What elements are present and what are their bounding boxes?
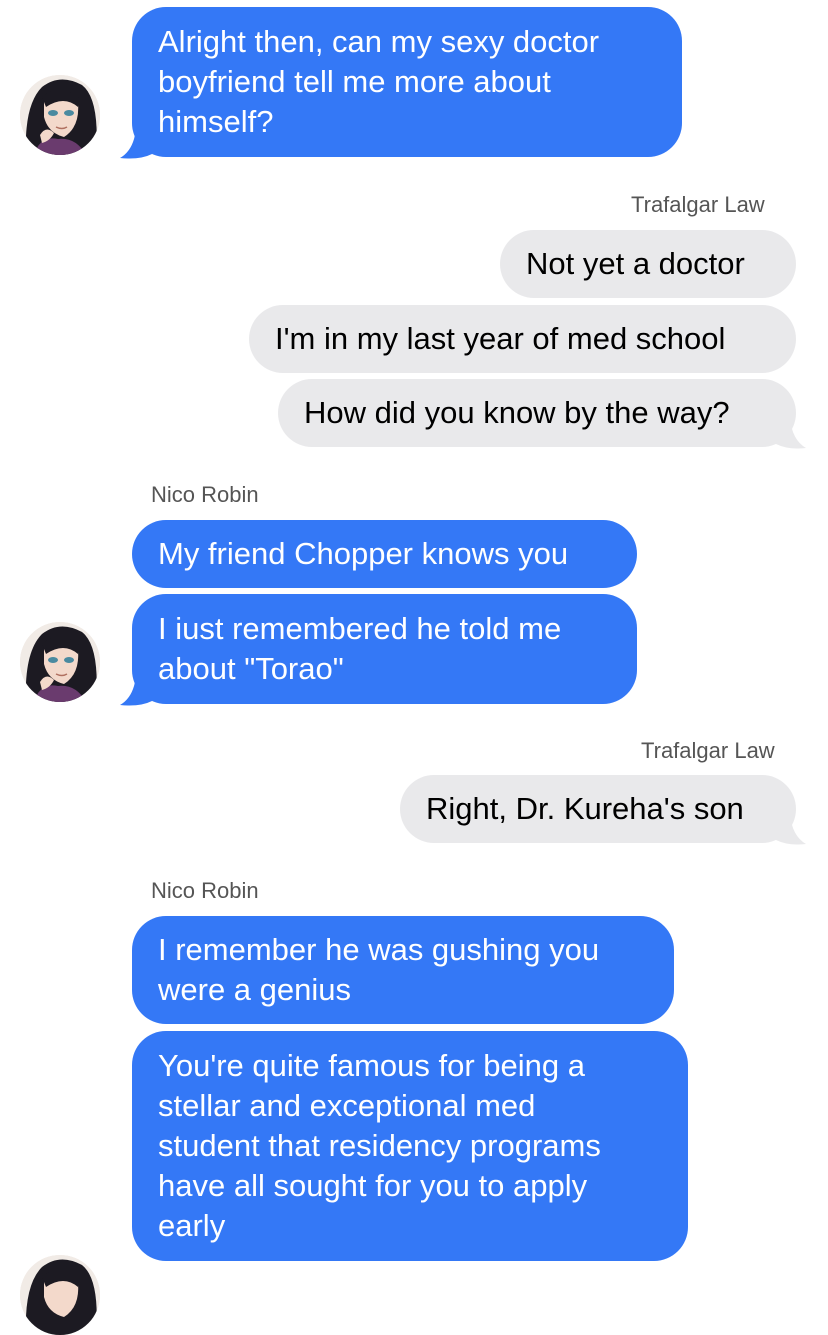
- message-line: Not yet a doctor: [526, 246, 745, 281]
- message-line: Right, Dr. Kureha's son: [426, 791, 744, 826]
- message-line: stellar and exceptional med: [158, 1088, 536, 1123]
- avatar[interactable]: [20, 75, 100, 155]
- message-line: himself?: [158, 104, 274, 139]
- message-line: I remember he was gushing you: [158, 932, 600, 967]
- message-line: You're quite famous for being a: [158, 1048, 586, 1083]
- nico-robin-avatar-icon: [20, 1255, 100, 1335]
- message-bubble[interactable]: I remember he was gushing you were a gen…: [132, 916, 674, 1024]
- bubble-tail-icon: [120, 675, 152, 706]
- message-line: I'm in my last year of med school: [275, 321, 726, 356]
- sender-name: Trafalgar Law: [641, 738, 775, 763]
- bubble-tail-icon: [776, 814, 806, 845]
- message-line: My friend Chopper knows you: [158, 536, 569, 571]
- sender-name: Trafalgar Law: [631, 192, 765, 217]
- message-bubble[interactable]: Alright then, can my sexy doctor boyfrie…: [132, 7, 682, 157]
- message-line: have all sought for you to apply: [158, 1168, 588, 1203]
- message-line: early: [158, 1208, 226, 1243]
- message-bubble[interactable]: Right, Dr. Kureha's son: [400, 775, 796, 843]
- message-bubble[interactable]: I iust remembered he told me about "Tora…: [132, 594, 637, 704]
- nico-robin-avatar-icon: [20, 75, 100, 155]
- message-line: were a genius: [158, 972, 352, 1007]
- message-bubble[interactable]: You're quite famous for being a stellar …: [132, 1031, 688, 1261]
- message-line: student that residency programs: [158, 1128, 601, 1163]
- message-bubble[interactable]: I'm in my last year of med school: [249, 305, 796, 373]
- bubble-tail-icon: [776, 418, 806, 449]
- avatar[interactable]: [20, 622, 100, 702]
- bubble-tail-icon: [120, 128, 152, 159]
- message-line: How did you know by the way?: [304, 395, 730, 430]
- avatar[interactable]: [20, 1255, 100, 1335]
- message-line: boyfriend tell me more about: [158, 64, 551, 99]
- message-line: about "Torao": [158, 651, 344, 686]
- message-bubble[interactable]: My friend Chopper knows you: [132, 520, 637, 588]
- message-bubble[interactable]: How did you know by the way?: [278, 379, 796, 447]
- message-line: I iust remembered he told me: [158, 611, 562, 646]
- nico-robin-avatar-icon: [20, 622, 100, 702]
- sender-name: Nico Robin: [151, 482, 259, 507]
- message-bubble[interactable]: Not yet a doctor: [500, 230, 796, 298]
- sender-name: Nico Robin: [151, 878, 259, 903]
- message-line: Alright then, can my sexy doctor: [158, 24, 600, 59]
